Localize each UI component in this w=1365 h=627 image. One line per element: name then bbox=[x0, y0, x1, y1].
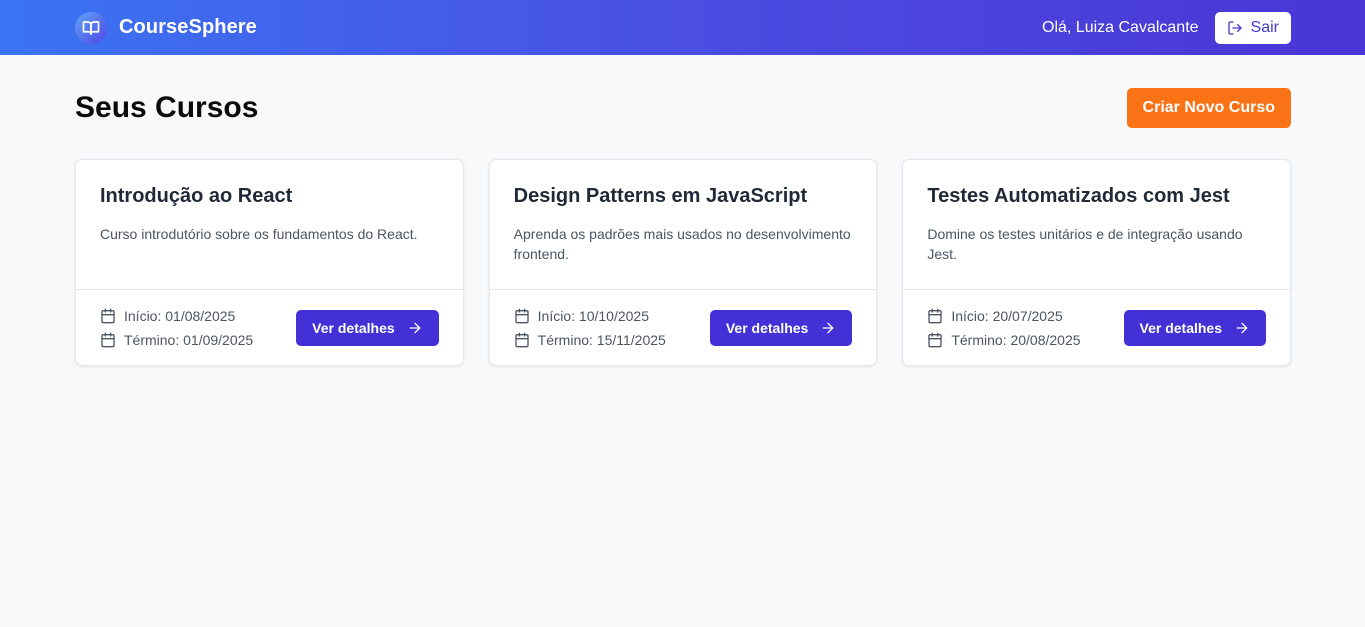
calendar-icon bbox=[514, 332, 530, 348]
start-date-text: Início: 10/10/2025 bbox=[537, 307, 649, 324]
arrow-right-icon bbox=[1234, 320, 1250, 336]
end-date: Término: 15/11/2025 bbox=[514, 331, 666, 349]
calendar-icon bbox=[514, 308, 530, 324]
end-date: Término: 20/08/2025 bbox=[927, 331, 1081, 349]
course-dates: Início: 10/10/2025 Término: 15/11/2025 bbox=[514, 307, 666, 349]
user-greeting: Olá, Luiza Cavalcante bbox=[1042, 18, 1199, 36]
start-date-text: Início: 20/07/2025 bbox=[951, 307, 1063, 324]
course-grid: Introdução ao React Curso introdutório s… bbox=[75, 159, 1292, 366]
course-title: Introdução ao React bbox=[100, 185, 293, 207]
course-description: Curso introdutório sobre os fundamentos … bbox=[100, 226, 418, 242]
course-card: Design Patterns em JavaScript Aprenda os… bbox=[488, 159, 878, 366]
course-title: Design Patterns em JavaScript bbox=[513, 185, 808, 207]
user-area: Olá, Luiza Cavalcante Sair bbox=[1042, 11, 1291, 44]
course-description: Aprenda os padrões mais usados no desenv… bbox=[513, 226, 851, 262]
end-date-text: Término: 15/11/2025 bbox=[537, 331, 666, 348]
start-date: Início: 10/10/2025 bbox=[514, 307, 666, 325]
brand-name: CourseSphere bbox=[119, 16, 257, 38]
start-date-text: Início: 01/08/2025 bbox=[124, 307, 236, 324]
book-open-icon bbox=[75, 11, 107, 44]
start-date: Início: 01/08/2025 bbox=[100, 307, 253, 325]
course-card: Introdução ao React Curso introdutório s… bbox=[75, 159, 464, 366]
course-card-body: Testes Automatizados com Jest Domine os … bbox=[903, 160, 1290, 289]
view-details-button[interactable]: Ver detalhes bbox=[1123, 309, 1267, 346]
course-card: Testes Automatizados com Jest Domine os … bbox=[902, 159, 1292, 366]
course-card-footer: Início: 01/08/2025 Término: 01/09/2025 V… bbox=[76, 289, 463, 365]
course-description: Domine os testes unitários e de integraç… bbox=[927, 226, 1243, 262]
calendar-icon bbox=[927, 308, 943, 324]
course-card-body: Introdução ao React Curso introdutório s… bbox=[76, 160, 463, 289]
arrow-right-icon bbox=[820, 320, 836, 336]
log-out-icon bbox=[1227, 20, 1243, 36]
create-course-button[interactable]: Criar Novo Curso bbox=[1126, 87, 1291, 128]
logout-button[interactable]: Sair bbox=[1214, 11, 1291, 44]
top-navbar: CourseSphere Olá, Luiza Cavalcante Sair bbox=[0, 0, 1365, 55]
calendar-icon bbox=[927, 332, 943, 348]
view-details-label: Ver detalhes bbox=[312, 319, 395, 336]
calendar-icon bbox=[100, 332, 116, 348]
course-card-footer: Início: 20/07/2025 Término: 20/08/2025 V… bbox=[903, 289, 1291, 365]
main-content: Seus Cursos Criar Novo Curso Introdução … bbox=[0, 55, 1365, 366]
end-date: Término: 01/09/2025 bbox=[100, 331, 253, 349]
course-dates: Início: 20/07/2025 Término: 20/08/2025 bbox=[927, 307, 1081, 349]
end-date-text: Término: 01/09/2025 bbox=[124, 331, 254, 348]
arrow-right-icon bbox=[407, 320, 423, 336]
start-date: Início: 20/07/2025 bbox=[927, 307, 1080, 325]
course-dates: Início: 01/08/2025 Término: 01/09/2025 bbox=[100, 307, 253, 349]
course-title: Testes Automatizados com Jest bbox=[927, 185, 1230, 207]
page-title: Seus Cursos bbox=[75, 90, 259, 124]
view-details-button[interactable]: Ver detalhes bbox=[709, 309, 853, 346]
view-details-button[interactable]: Ver detalhes bbox=[296, 309, 439, 346]
course-card-footer: Início: 10/10/2025 Término: 15/11/2025 V… bbox=[489, 289, 877, 365]
brand[interactable]: CourseSphere bbox=[75, 11, 257, 44]
course-card-body: Design Patterns em JavaScript Aprenda os… bbox=[490, 160, 877, 289]
title-row: Seus Cursos Criar Novo Curso bbox=[75, 87, 1291, 128]
view-details-label: Ver detalhes bbox=[1139, 319, 1223, 336]
end-date-text: Término: 20/08/2025 bbox=[951, 331, 1081, 348]
view-details-label: Ver detalhes bbox=[725, 319, 809, 336]
calendar-icon bbox=[100, 308, 116, 324]
logout-label: Sair bbox=[1250, 18, 1279, 36]
